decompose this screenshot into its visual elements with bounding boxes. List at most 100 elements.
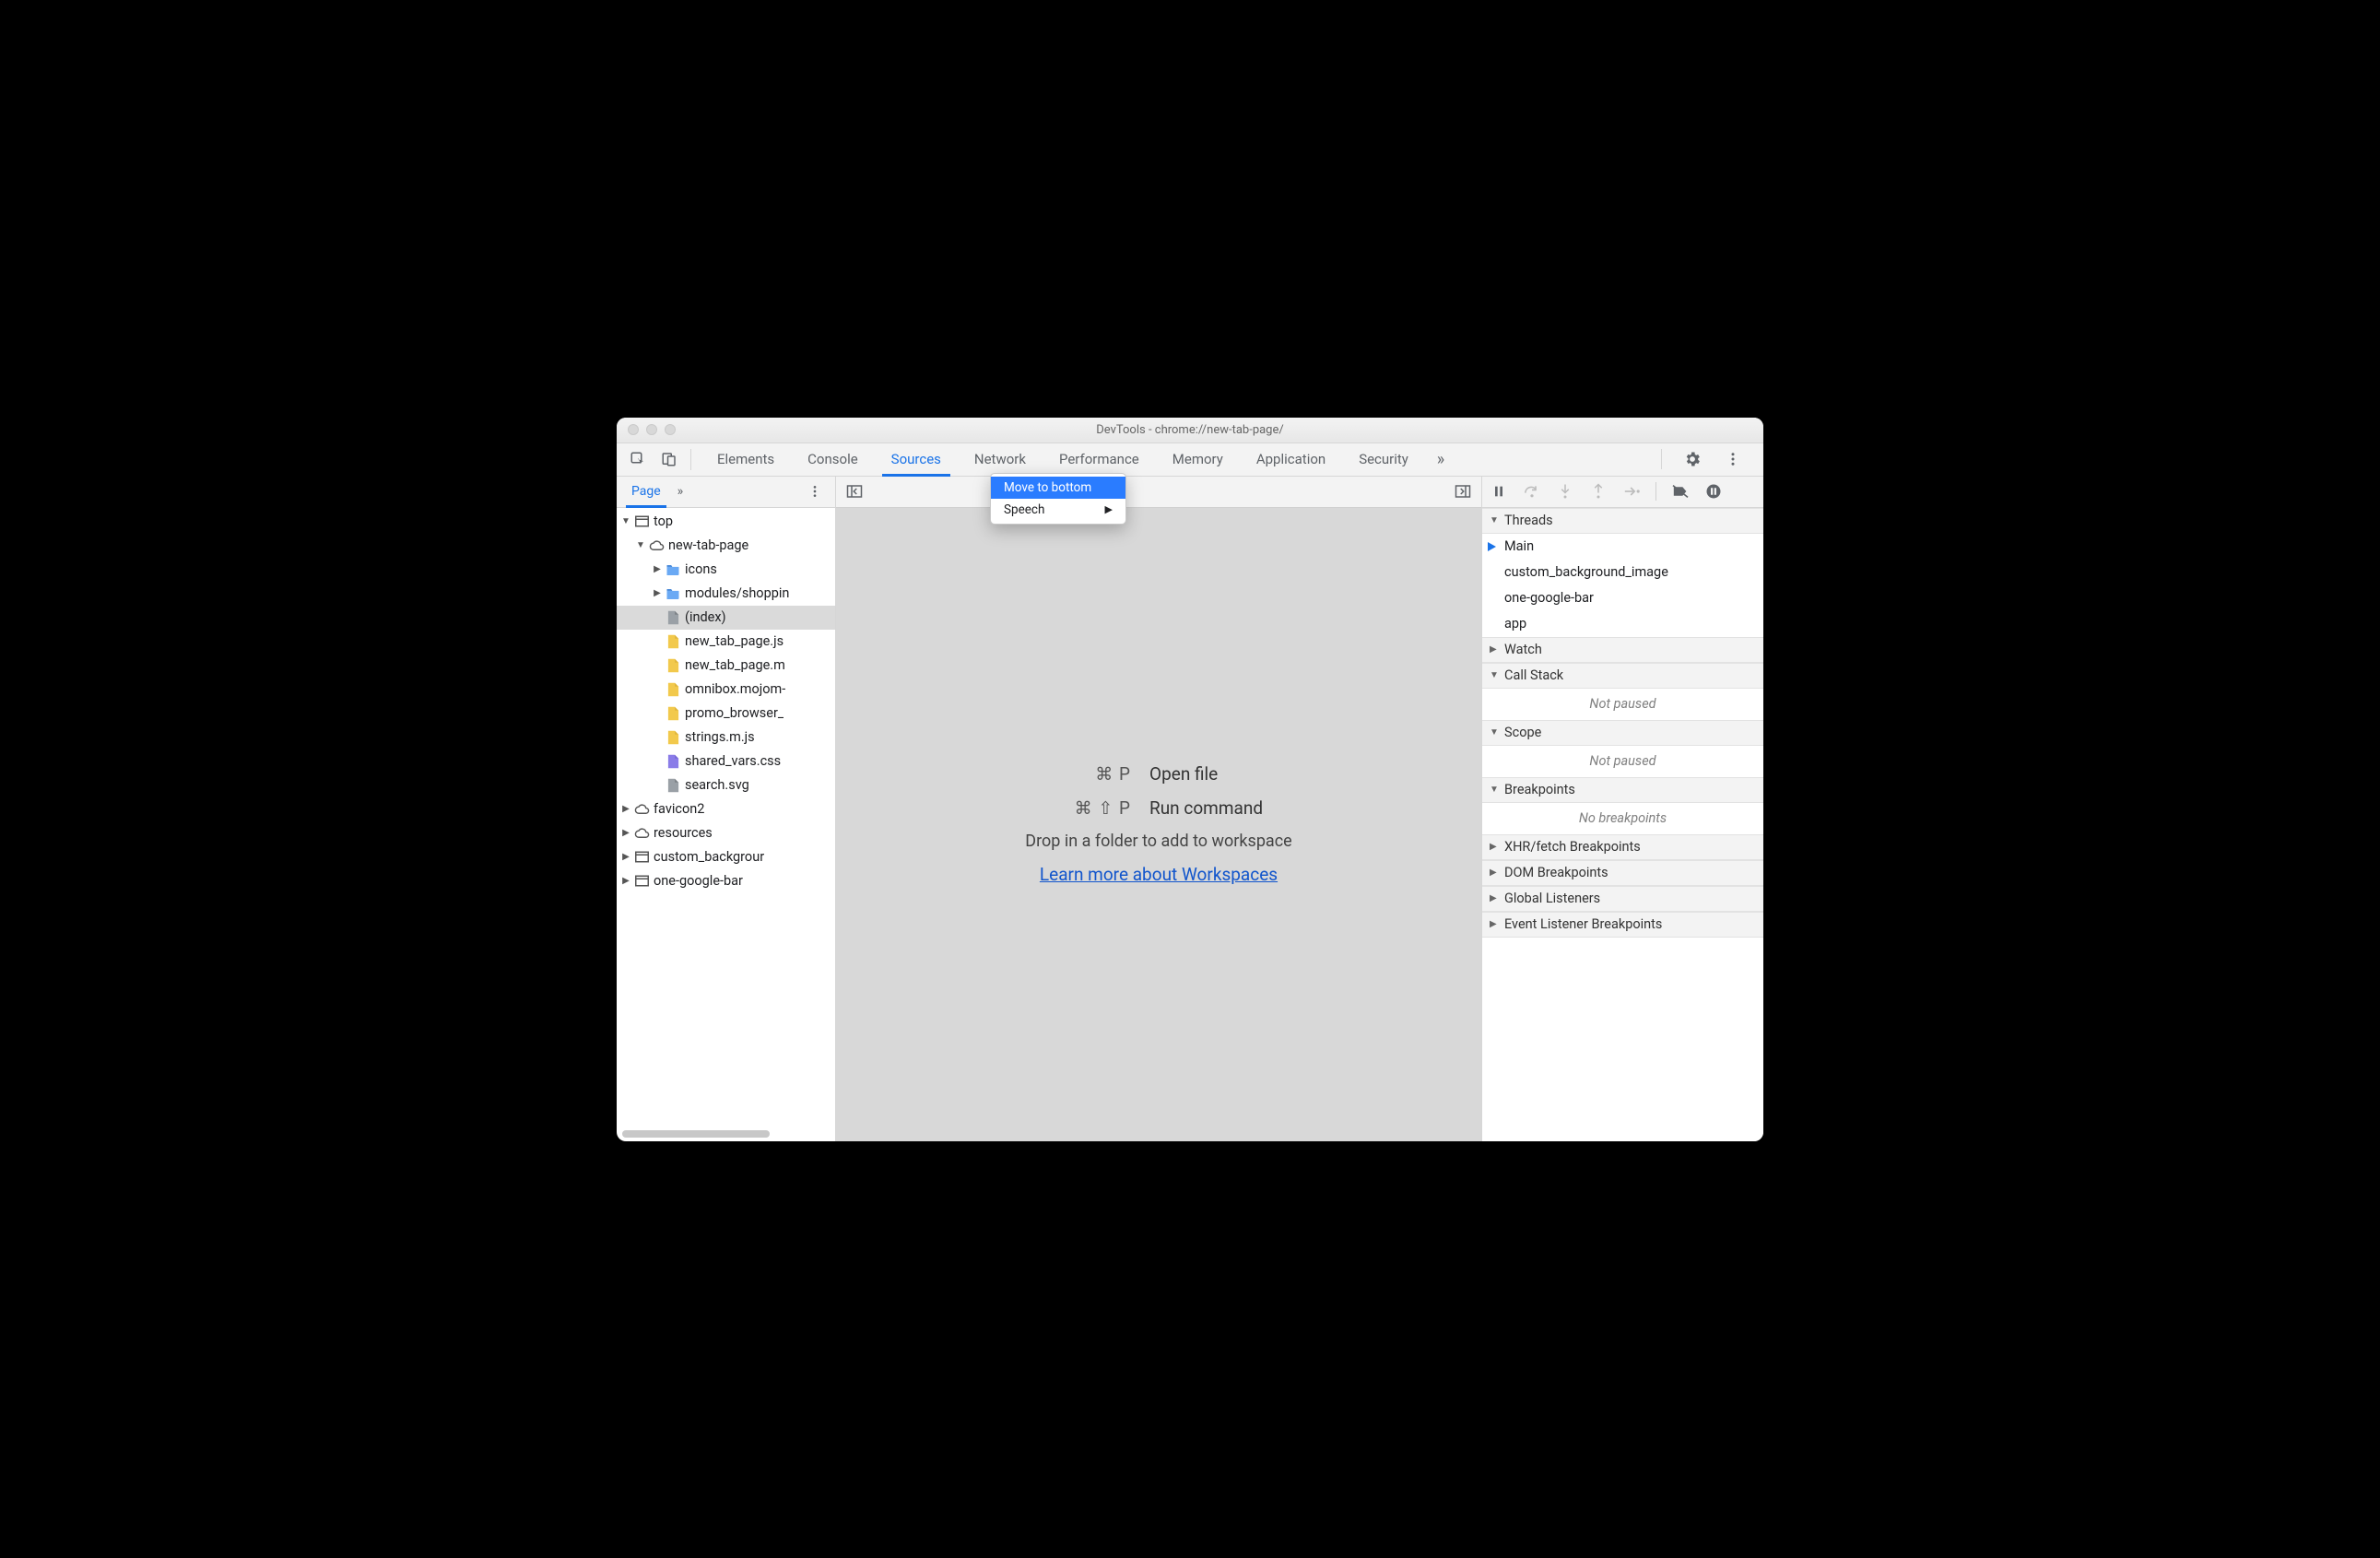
context-menu: Move to bottom Speech ▶ [990,473,1126,525]
shortcut-label: Open file [1149,763,1352,785]
close-window-button[interactable] [628,424,639,435]
tree-item[interactable]: omnibox.mojom- [617,678,835,702]
section-header-global[interactable]: ▶Global Listeners [1482,886,1763,912]
thread-item[interactable]: Main [1482,534,1763,560]
tree-item[interactable]: new_tab_page.js [617,630,835,654]
disclosure-triangle-icon[interactable]: ▶ [620,804,631,814]
disclosure-triangle-icon[interactable]: ▶ [620,876,631,886]
fullscreen-window-button[interactable] [665,424,676,435]
tree-item[interactable]: new_tab_page.m [617,654,835,678]
section-header-watch[interactable]: ▶Watch [1482,637,1763,663]
horizontal-scrollbar[interactable] [622,1130,770,1138]
disclosure-triangle-icon[interactable]: ▶ [652,588,663,598]
tree-item[interactable]: ▶icons [617,558,835,582]
settings-gear-icon[interactable] [1677,450,1708,468]
learn-more-link[interactable]: Learn more about Workspaces [1040,864,1278,885]
disclosure-triangle-icon[interactable]: ▼ [635,540,646,550]
toggle-debugger-icon[interactable] [1450,484,1476,499]
section-header-breakpoints[interactable]: ▼Breakpoints [1482,777,1763,803]
tab-security[interactable]: Security [1342,443,1425,476]
tab-elements[interactable]: Elements [701,443,791,476]
section-header-event[interactable]: ▶Event Listener Breakpoints [1482,912,1763,938]
document-file-icon [665,778,681,793]
pause-on-exceptions-button[interactable] [1703,483,1725,500]
step-over-button[interactable] [1521,484,1543,499]
step-button[interactable] [1620,484,1643,499]
context-menu-item-label: Speech [1004,502,1044,517]
toggle-device-toolbar-icon[interactable] [654,443,685,476]
script-file-icon [665,658,681,673]
tree-item[interactable]: ▶favicon2 [617,797,835,821]
tab-console[interactable]: Console [791,443,875,476]
context-menu-item[interactable]: Speech ▶ [991,499,1125,521]
editor-toolbar [836,477,1481,508]
more-tabs-chevron-icon[interactable]: » [1425,443,1456,476]
disclosure-triangle-icon: ▶ [1490,893,1499,903]
deactivate-breakpoints-button[interactable] [1669,484,1691,499]
tree-item-label: search.svg [685,777,749,793]
navigator-kebab-icon[interactable] [800,484,830,499]
tab-memory[interactable]: Memory [1156,443,1240,476]
tree-item[interactable]: search.svg [617,773,835,797]
disclosure-triangle-icon: ▼ [1490,515,1499,525]
frame-icon [633,515,650,527]
devtools-window: DevTools - chrome://new-tab-page/ Elemen… [617,418,1763,1141]
tree-item-label: shared_vars.css [685,753,781,769]
document-file-icon [665,610,681,625]
tree-item[interactable]: ▶ modules/shoppin [617,582,835,606]
thread-item[interactable]: custom_background_image [1482,560,1763,585]
disclosure-triangle-icon[interactable]: ▶ [620,852,631,862]
section-header-scope[interactable]: ▼Scope [1482,720,1763,746]
minimize-window-button[interactable] [646,424,657,435]
tab-network[interactable]: Network [958,443,1043,476]
tree-item-label: (index) [685,609,726,625]
toggle-navigator-icon[interactable] [842,484,867,499]
tree-item-label: resources [654,825,713,841]
section-title: Watch [1504,642,1542,657]
submenu-arrow-icon: ▶ [1105,503,1113,515]
folder-icon [665,563,681,575]
tree-item-label: strings.m.js [685,729,755,745]
section-header-dom[interactable]: ▶DOM Breakpoints [1482,860,1763,886]
tree-item[interactable]: ▼new-tab-page [617,534,835,558]
context-menu-item[interactable]: Move to bottom [991,477,1125,499]
disclosure-triangle-icon[interactable]: ▼ [620,516,631,526]
thread-item[interactable]: app [1482,611,1763,637]
tab-application[interactable]: Application [1240,443,1342,476]
section-header-xhr[interactable]: ▶XHR/fetch Breakpoints [1482,834,1763,860]
tree-item[interactable]: promo_browser_ [617,702,835,726]
tab-performance[interactable]: Performance [1043,443,1156,476]
toolbar-divider [1655,482,1656,501]
editor-panel: ⌘ P Open file ⌘ ⇧ P Run command Drop in … [836,477,1481,1141]
step-out-button[interactable] [1587,483,1609,500]
tree-item[interactable]: strings.m.js [617,726,835,749]
kebab-menu-icon[interactable] [1717,451,1749,467]
section-header-callstack[interactable]: ▼Call Stack [1482,663,1763,689]
thread-item[interactable]: one-google-bar [1482,585,1763,611]
inspect-element-icon[interactable] [622,443,654,476]
disclosure-triangle-icon[interactable]: ▶ [620,828,631,838]
disclosure-triangle-icon: ▶ [1490,868,1499,878]
shortcut-keys: ⌘ P [965,763,1131,785]
folder-icon [665,587,681,599]
tree-item[interactable]: ▶one-google-bar [617,869,835,893]
editor-drop-area[interactable]: ⌘ P Open file ⌘ ⇧ P Run command Drop in … [836,508,1481,1141]
toolbar-divider [690,449,691,470]
tree-item[interactable]: ▶custom_backgrour [617,845,835,869]
tree-item[interactable]: ▼top [617,510,835,534]
disclosure-triangle-icon[interactable]: ▶ [652,564,663,574]
script-file-icon [665,706,681,721]
step-into-button[interactable] [1554,483,1576,500]
tree-item[interactable]: shared_vars.css [617,749,835,773]
tree-item[interactable]: ▶ resources [617,821,835,845]
page-subtab[interactable]: Page [622,477,670,507]
more-subtabs-chevron-icon[interactable]: » [670,484,691,499]
script-file-icon [665,682,681,697]
tree-item[interactable]: (index) [617,606,835,630]
disclosure-triangle-icon: ▼ [1490,785,1499,795]
tree-item-label: modules/shoppin [685,585,789,601]
section-header-threads[interactable]: ▼Threads [1482,508,1763,534]
pause-script-button[interactable] [1488,484,1510,499]
tab-sources[interactable]: Sources [875,443,958,476]
titlebar: DevTools - chrome://new-tab-page/ [617,418,1763,443]
